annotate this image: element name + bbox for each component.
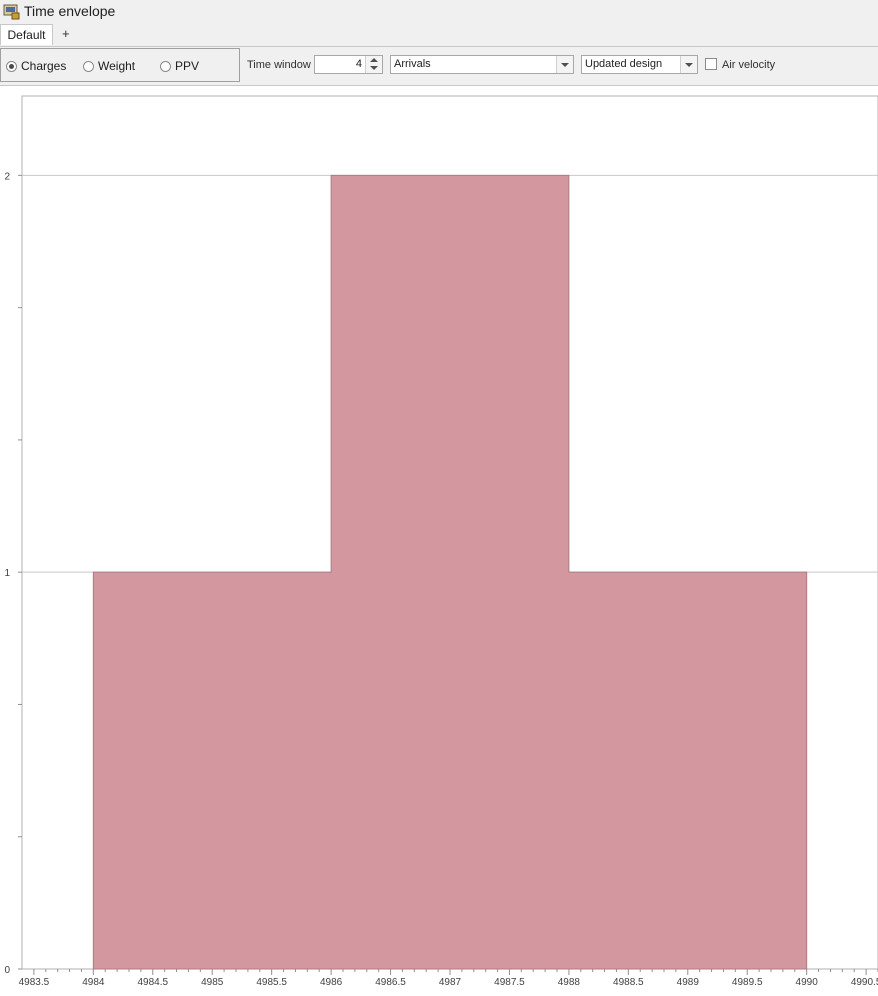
arrivals-dropdown-button[interactable]: [556, 56, 573, 73]
x-tick-label: 4986.5: [375, 977, 406, 988]
y-tick-label: 2: [4, 171, 10, 182]
x-tick-label: 4984.5: [137, 977, 168, 988]
x-tick-label: 4990.5: [851, 977, 878, 988]
spinner-buttons: [365, 56, 382, 73]
radio-weight-indicator[interactable]: [83, 60, 94, 72]
time-window-spinner[interactable]: 4: [314, 55, 383, 74]
y-tick-label: 1: [4, 568, 10, 579]
x-tick-label: 4984: [82, 977, 105, 988]
radio-ppv[interactable]: PPV: [160, 59, 199, 73]
window-title: Time envelope: [24, 3, 116, 19]
spin-up-icon[interactable]: [370, 58, 378, 62]
spin-down-icon[interactable]: [370, 66, 378, 70]
air-velocity-label[interactable]: Air velocity: [722, 59, 775, 71]
radio-ppv-label: PPV: [175, 59, 200, 73]
design-dropdown[interactable]: Updated design: [581, 55, 698, 74]
tab-strip: Default +: [0, 24, 878, 47]
x-tick-label: 4987.5: [494, 977, 525, 988]
x-tick-label: 4990: [796, 977, 819, 988]
arrivals-dropdown[interactable]: Arrivals: [390, 55, 574, 74]
x-tick-label: 4985.5: [256, 977, 287, 988]
x-tick-label: 4985: [201, 977, 224, 988]
radio-charges[interactable]: Charges: [6, 59, 66, 73]
time-envelope-chart: 0 1 2 4983.5 4984 4984.5 4985 4985.5 4986 4986.5 4…: [4, 95, 878, 988]
title-bar: Time envelope: [0, 0, 878, 24]
radio-ppv-indicator[interactable]: [160, 60, 171, 72]
x-tick-label: 4988.5: [613, 977, 644, 988]
x-tick-label: 4989: [677, 977, 700, 988]
x-tick-label: 4987: [439, 977, 462, 988]
design-dropdown-value: Updated design: [585, 58, 663, 70]
air-velocity-checkbox[interactable]: [705, 58, 717, 70]
time-window-value[interactable]: 4: [356, 58, 362, 70]
time-window-label: Time window: [247, 59, 311, 71]
arrivals-dropdown-value: Arrivals: [394, 58, 431, 70]
radio-weight-label: Weight: [98, 59, 136, 73]
add-tab-button[interactable]: +: [62, 26, 70, 41]
design-dropdown-button[interactable]: [680, 56, 697, 73]
app-window-icon: [3, 4, 20, 20]
tab-default[interactable]: Default: [0, 24, 53, 45]
radio-weight[interactable]: Weight: [83, 59, 135, 73]
x-tick-label: 4983.5: [19, 977, 50, 988]
chevron-down-icon: [561, 63, 569, 67]
x-tick-label: 4989.5: [732, 977, 763, 988]
x-tick-label: 4988: [558, 977, 581, 988]
metric-radio-group: Charges Weight PPV: [0, 48, 240, 82]
x-tick-label: 4986: [320, 977, 343, 988]
radio-charges-indicator[interactable]: [6, 60, 17, 72]
toolbar: Charges Weight PPV Time window 4 Arrival…: [0, 47, 878, 86]
radio-charges-label: Charges: [21, 59, 67, 73]
y-tick-label: 0: [4, 965, 10, 976]
chevron-down-icon: [685, 63, 693, 67]
